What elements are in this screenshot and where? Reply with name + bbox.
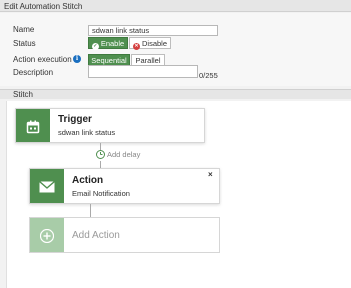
trigger-subtitle: sdwan link status xyxy=(58,128,116,137)
envelope-icon xyxy=(39,181,55,193)
add-action-icon-panel xyxy=(30,218,64,252)
sequential-label: Sequential xyxy=(91,56,127,65)
close-circle-icon: ✕ xyxy=(132,43,140,50)
info-icon[interactable]: i xyxy=(73,55,81,63)
calendar-icon xyxy=(26,120,40,134)
disable-button[interactable]: ✕ Disable xyxy=(129,37,171,50)
enable-label: Enable xyxy=(100,39,125,48)
stitch-section-title: Stitch xyxy=(13,90,34,99)
action-card[interactable]: Action Email Notification xyxy=(29,168,220,204)
trigger-card[interactable]: Trigger sdwan link status xyxy=(15,108,205,143)
plus-icon xyxy=(40,229,54,243)
remove-action-close-icon[interactable]: × xyxy=(208,170,213,179)
disable-label: Disable xyxy=(141,39,167,48)
description-char-count: 0/255 xyxy=(199,71,218,80)
action-icon-panel xyxy=(30,169,64,203)
name-label: Name xyxy=(13,25,35,34)
parallel-label: Parallel xyxy=(135,56,161,65)
action-subtitle: Email Notification xyxy=(72,189,130,198)
clock-plus-icon xyxy=(96,150,105,159)
status-label: Status xyxy=(13,39,36,48)
connector-line xyxy=(100,161,101,168)
name-input[interactable] xyxy=(88,25,218,36)
description-textarea[interactable] xyxy=(88,65,198,78)
add-delay-button[interactable]: Add delay xyxy=(96,150,140,159)
trigger-icon-panel xyxy=(16,109,50,142)
add-action-label: Add Action xyxy=(72,230,120,241)
enable-button[interactable]: ✓ Enable xyxy=(88,37,128,50)
stitch-section-header: Stitch xyxy=(0,89,351,99)
dialog-title: Edit Automation Stitch xyxy=(4,2,83,11)
connector-line xyxy=(90,204,91,217)
check-icon: ✓ xyxy=(91,43,99,50)
description-label: Description xyxy=(13,68,54,77)
add-action-card[interactable]: Add Action xyxy=(29,217,220,253)
action-execution-label: Action execution xyxy=(13,55,72,64)
trigger-title: Trigger xyxy=(58,114,92,125)
add-delay-label: Add delay xyxy=(107,150,141,159)
dialog-header: Edit Automation Stitch xyxy=(0,0,351,12)
action-title: Action xyxy=(72,175,104,186)
